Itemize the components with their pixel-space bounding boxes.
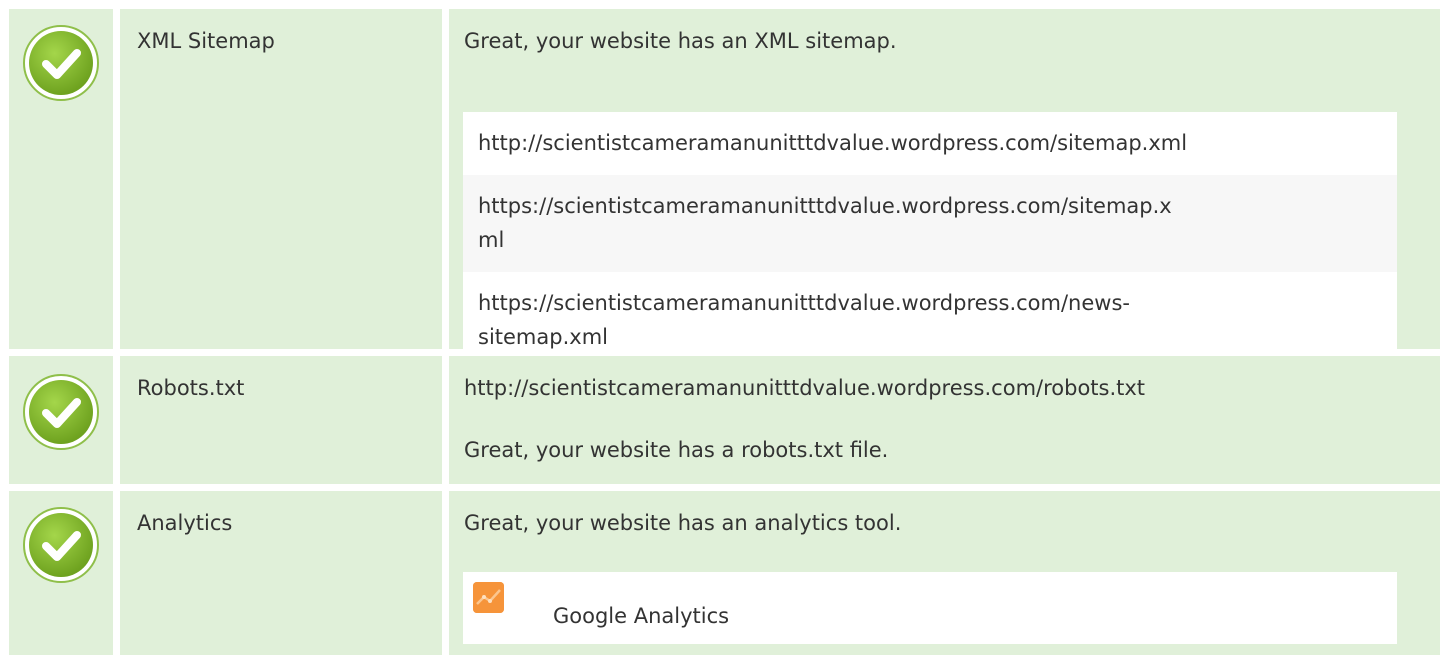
robots-status-cell [9,356,113,484]
robots-message: Great, your website has a robots.txt fil… [464,438,889,462]
robots-label: Robots.txt [137,376,245,400]
xml-sitemap-content-cell: Great, your website has an XML sitemap. … [449,9,1440,369]
sitemap-url-item: https://scientistcameramanunitttdvalue.w… [463,175,1397,272]
analytics-tool-item: Google Analytics [463,572,1397,644]
xml-sitemap-label-cell: XML Sitemap [120,9,442,349]
sitemap-url-item: http://scientistcameramanunitttdvalue.wo… [463,112,1397,175]
sitemap-url-list: http://scientistcameramanunitttdvalue.wo… [463,112,1397,369]
analytics-status-cell [9,491,113,655]
xml-sitemap-label: XML Sitemap [137,29,275,53]
seo-report: XML Sitemap Great, your website has an X… [0,0,1449,655]
analytics-tool-name: Google Analytics [553,604,730,628]
analytics-message: Great, your website has an analytics too… [464,511,902,535]
check-circle-icon [22,24,100,102]
xml-sitemap-message: Great, your website has an XML sitemap. [464,29,897,53]
check-circle-icon [22,506,100,584]
sitemap-url-item: https://scientistcameramanunitttdvalue.w… [463,272,1397,369]
robots-content-cell: http://scientistcameramanunitttdvalue.wo… [449,356,1440,484]
analytics-content-cell: Great, your website has an analytics too… [449,491,1440,655]
analytics-label: Analytics [137,511,233,535]
check-circle-icon [22,373,100,451]
google-analytics-icon [473,582,504,613]
robots-label-cell: Robots.txt [120,356,442,484]
robots-url: http://scientistcameramanunitttdvalue.wo… [464,376,1146,400]
xml-sitemap-status-cell [9,9,113,349]
analytics-label-cell: Analytics [120,491,442,655]
